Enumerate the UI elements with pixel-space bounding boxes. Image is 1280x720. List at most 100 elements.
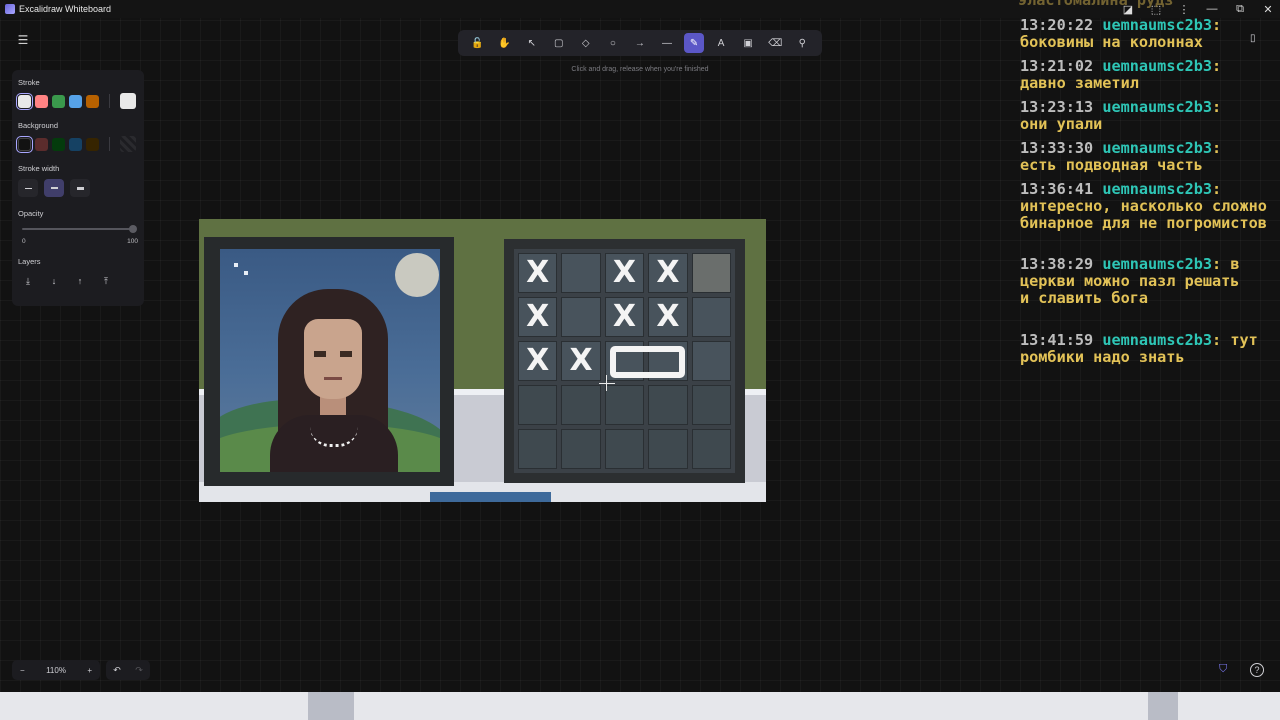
- current-background-color[interactable]: [120, 136, 136, 152]
- puzzle-tile[interactable]: [561, 253, 601, 293]
- history-control: ↶ ↷: [106, 660, 150, 680]
- puzzle-tile[interactable]: X: [604, 253, 645, 293]
- puzzle-tile[interactable]: [691, 297, 731, 337]
- stroke-swatches: [16, 92, 138, 110]
- chat-text: давно заметил: [1020, 74, 1139, 92]
- puzzle-tile[interactable]: X: [561, 341, 601, 381]
- star: [234, 263, 238, 267]
- puzzle-tile[interactable]: X: [648, 297, 688, 337]
- puzzle-tile[interactable]: [648, 429, 688, 469]
- puzzle-tile[interactable]: [518, 385, 558, 425]
- opacity-range: 0 100: [22, 238, 138, 245]
- rectangle-tool-icon[interactable]: ▢: [549, 33, 569, 53]
- zoom-in-button[interactable]: +: [87, 666, 92, 675]
- hand-tool-icon[interactable]: ✋: [495, 33, 515, 53]
- stroke-width-bold-button[interactable]: [44, 179, 64, 197]
- chat-message: 13:23:13 uemnaumsc2b3: они упали: [1020, 98, 1222, 133]
- slider-handle[interactable]: [129, 225, 137, 233]
- puzzle-tile[interactable]: [518, 429, 558, 469]
- shield-icon[interactable]: ⛉: [1219, 663, 1233, 677]
- layer-buttons: ⤓ ↓ ↑ ⤒: [18, 272, 138, 290]
- send-backward-icon[interactable]: ↓: [44, 272, 64, 290]
- stroke-width-options: [18, 179, 138, 197]
- chat-username: uemnaumsc2b3: [1102, 255, 1213, 273]
- stroke-width-label: Stroke width: [18, 164, 60, 173]
- stroke-color-swatch[interactable]: [35, 94, 48, 108]
- main-toolbar: 🔓 ✋ ↖ ▢ ◇ ○ → — ✎ A ▣ ⌫ ⚲: [458, 30, 822, 56]
- eye: [314, 351, 326, 357]
- puzzle-tile[interactable]: [561, 385, 601, 425]
- stroke-color-swatch[interactable]: [52, 94, 65, 108]
- bring-forward-icon[interactable]: ↑: [70, 272, 90, 290]
- stroke-color-swatch[interactable]: [69, 94, 82, 108]
- puzzle-tile[interactable]: [691, 341, 731, 381]
- send-to-back-icon[interactable]: ⤓: [18, 272, 38, 290]
- hamburger-menu-icon[interactable]: ☰: [12, 30, 34, 50]
- slider-track: [22, 228, 134, 230]
- chat-text: боковины на колоннах: [1020, 33, 1203, 51]
- stream-chat-overlay: эластомалина рудз 13:20:22 uemnaumsc2b3:…: [1018, 0, 1280, 370]
- draw-tool-icon[interactable]: ✎: [684, 33, 705, 53]
- puzzle-tile[interactable]: X: [518, 297, 558, 337]
- ellipse-tool-icon[interactable]: ○: [603, 33, 623, 53]
- puzzle-tile[interactable]: X: [518, 253, 558, 293]
- stroke-width-thin-button[interactable]: [18, 179, 38, 197]
- puzzle-tile[interactable]: [561, 297, 601, 337]
- library-icon[interactable]: ▯: [1250, 33, 1264, 47]
- puzzle-tile[interactable]: [691, 429, 731, 469]
- chat-username: uemnaumsc2b3: [1102, 139, 1213, 157]
- chat-username: uemnaumsc2b3: [1102, 16, 1213, 34]
- stroke-label: Stroke: [18, 78, 40, 87]
- drawn-rectangle-stroke[interactable]: [610, 346, 685, 378]
- background-color-swatch[interactable]: [35, 137, 48, 151]
- background-color-swatch[interactable]: [69, 137, 82, 151]
- lock-tool-icon[interactable]: 🔓: [468, 33, 488, 53]
- line-tool-icon[interactable]: —: [657, 33, 677, 53]
- puzzle-tile[interactable]: [648, 385, 688, 425]
- eraser-tool-icon[interactable]: ⌫: [765, 33, 785, 53]
- puzzle-tile[interactable]: [691, 385, 731, 425]
- chat-message: 13:38:29 uemnaumsc2b3: в церкви можно па…: [1020, 256, 1280, 307]
- background-swatches: [16, 135, 138, 153]
- chat-message: 13:41:59 uemnaumsc2b3: тут ромбики надо …: [1020, 331, 1267, 366]
- background-color-swatch[interactable]: [16, 135, 33, 153]
- zoom-out-button[interactable]: −: [20, 666, 25, 675]
- redo-button[interactable]: ↷: [135, 665, 143, 676]
- help-icon[interactable]: ?: [1250, 663, 1264, 677]
- window-title: Excalidraw Whiteboard: [19, 4, 112, 14]
- eye: [340, 351, 352, 357]
- opacity-label: Opacity: [18, 209, 44, 218]
- chat-text: они упали: [1020, 115, 1103, 133]
- chat-message: 13:36:41 uemnaumsc2b3: интересно, наскол…: [1020, 180, 1277, 232]
- puzzle-tile[interactable]: X: [648, 253, 688, 293]
- image-tool-icon[interactable]: ▣: [738, 33, 758, 53]
- current-stroke-color[interactable]: [120, 93, 136, 109]
- stroke-color-swatch[interactable]: [16, 92, 33, 110]
- zoom-level[interactable]: 110%: [46, 666, 66, 675]
- pasted-game-image[interactable]: X X X X X X X X: [199, 219, 766, 502]
- bring-to-front-icon[interactable]: ⤒: [96, 272, 116, 290]
- diamond-tool-icon[interactable]: ◇: [576, 33, 596, 53]
- opacity-min: 0: [22, 238, 26, 245]
- moon: [395, 253, 439, 297]
- more-tools-icon[interactable]: ⚲: [792, 33, 812, 53]
- chat-username: uemnaumsc2b3: [1102, 98, 1213, 116]
- background-color-swatch[interactable]: [86, 137, 99, 151]
- puzzle-tile[interactable]: [691, 253, 731, 293]
- crosshair-cursor-icon: [599, 383, 615, 384]
- chat-message: 13:20:22 uemnaumsc2b3: боковины на колон…: [1020, 16, 1222, 51]
- stroke-color-swatch[interactable]: [86, 94, 99, 108]
- background-color-swatch[interactable]: [52, 137, 65, 151]
- puzzle-tile[interactable]: X: [518, 341, 558, 381]
- arrow-tool-icon[interactable]: →: [630, 33, 650, 53]
- puzzle-tile[interactable]: X: [604, 297, 645, 337]
- selection-tool-icon[interactable]: ↖: [522, 33, 542, 53]
- puzzle-tile[interactable]: [604, 429, 645, 469]
- text-tool-icon[interactable]: A: [711, 33, 731, 53]
- excalidraw-logo-icon: [5, 4, 15, 14]
- puzzle-tile[interactable]: [604, 385, 645, 425]
- opacity-slider[interactable]: [22, 224, 137, 234]
- stroke-width-extra-bold-button[interactable]: [70, 179, 90, 197]
- puzzle-tile[interactable]: [561, 429, 601, 469]
- undo-button[interactable]: ↶: [113, 665, 121, 676]
